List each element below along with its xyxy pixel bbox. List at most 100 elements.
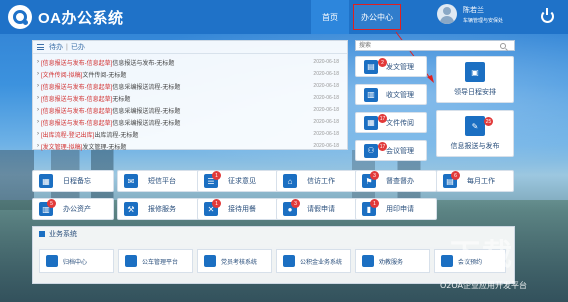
biz-item-service[interactable]: 劝教服务 (355, 249, 430, 273)
todo-item[interactable]: › [信息报送与发布-信息起草] 信息采编报送流程-无标题 2020-06-18 (37, 116, 347, 128)
main-nav: 首页 办公中心 (311, 0, 401, 34)
count-badge: 17 (378, 114, 387, 123)
todo-date: 2020-06-18 (313, 71, 339, 77)
user-info[interactable]: 陈若兰 车辆管理与安保处 (437, 4, 503, 24)
biz-item-label: 公积金业务系统 (300, 259, 343, 266)
chevron-right-icon: › (37, 119, 39, 125)
biz-item-car[interactable]: 公车管理平台 (118, 249, 193, 273)
count-badge: 1 (212, 199, 221, 208)
todo-text: 信息采编报送流程-无标题 (112, 108, 181, 115)
tile-incoming-docs[interactable]: ▥ 收文管理 (355, 84, 427, 105)
tile-monthly-work[interactable]: ▤ 每月工作 6 (436, 170, 514, 192)
avatar[interactable] (437, 4, 457, 24)
tile-supervision[interactable]: ⚑ 督查督办 3 (355, 170, 437, 192)
tile-petition-work[interactable]: ⌂ 信访工作 (276, 170, 358, 192)
tile-info-publish[interactable]: ✎ 信息报送与发布 25 (436, 110, 514, 157)
meeting-icon: ⚇ (364, 143, 378, 158)
business-system-list: 归档中心 公车管理平台 党员考核系统 公积金业务系统 劝教服务 会议预约 (39, 249, 506, 273)
chevron-right-icon: › (37, 71, 39, 77)
tile-solicit-opinions[interactable]: ☰ 征求意见 1 (197, 170, 279, 192)
tile-leave-request[interactable]: ● 请假申请 3 (276, 198, 358, 220)
todo-text: 出库流程-无标题 (94, 132, 139, 139)
tile-file-circulation[interactable]: ▦ 文件传阅 17 (355, 112, 427, 133)
watermark: 下载 (450, 238, 514, 273)
todo-tag: [信息报送与发布-信息起草] (41, 108, 113, 115)
todo-tag: [信息报送与发布-信息起草] (41, 96, 113, 103)
todo-tag: [出库流程-登记出库] (41, 132, 95, 139)
biz-item-label: 公车管理平台 (142, 259, 179, 266)
tile-reception-dining[interactable]: ✕ 接待用餐 1 (197, 198, 279, 220)
logo-icon (8, 5, 32, 29)
todo-tag: [发文管理-拟稿] (41, 144, 83, 151)
tile-label: 用印申请 (386, 206, 414, 213)
power-icon[interactable] (541, 8, 554, 23)
user-name: 陈若兰 (463, 6, 484, 14)
tile-label: 发文管理 (386, 63, 414, 71)
todo-item[interactable]: › [文件传阅-拟稿] 文件传阅-无标题 2020-06-18 (37, 68, 347, 80)
tile-label: 短信平台 (148, 178, 176, 185)
todo-text: 无标题 (112, 96, 131, 103)
todo-header: 待办 | 已办 (33, 41, 347, 54)
search-input[interactable] (356, 41, 496, 50)
todo-text: 信息采编报送流程-无标题 (112, 120, 181, 127)
todo-date: 2020-06-18 (313, 119, 339, 125)
nav-home[interactable]: 首页 (311, 0, 349, 34)
tile-label: 接待用餐 (228, 206, 256, 213)
calendar-icon: ▦ (39, 174, 53, 188)
biz-item-label: 归档中心 (63, 259, 88, 266)
count-badge: 6 (451, 171, 460, 180)
tile-label: 信访工作 (307, 178, 335, 185)
tile-label: 信息报送与发布 (450, 143, 500, 150)
biz-item-member[interactable]: 党员考核系统 (197, 249, 272, 273)
chevron-right-icon: › (37, 83, 39, 89)
tile-label: 每月工作 (467, 178, 495, 185)
top-header: OA办公系统 首页 办公中心 陈若兰 车辆管理与安保处 (0, 0, 568, 34)
house-icon: ⌂ (283, 174, 297, 188)
edit-icon: ✎ (465, 116, 485, 136)
chevron-right-icon: › (37, 107, 39, 113)
tile-schedule-memo[interactable]: ▦ 日程备忘 (32, 170, 114, 192)
todo-item[interactable]: › [发文管理-拟稿] 发文管理-无标题 2020-06-18 (37, 140, 347, 152)
todo-date: 2020-06-18 (313, 107, 339, 113)
tile-label: 收文管理 (386, 91, 414, 99)
app-title: OA办公系统 (38, 9, 124, 27)
tile-seal-request[interactable]: ▮ 用印申请 1 (355, 198, 437, 220)
todo-item[interactable]: › [信息报送与发布-信息起草] 信息报送与发布-无标题 2020-06-18 (37, 56, 347, 68)
tile-label: 请假申请 (307, 206, 335, 213)
search-icon[interactable] (500, 42, 506, 49)
archive-icon (46, 255, 58, 267)
tile-meeting-management[interactable]: ⚇ 会议管理 17 (355, 140, 427, 161)
tile-repair-service[interactable]: ⚒ 报修服务 (117, 198, 199, 220)
count-badge: 17 (378, 142, 387, 151)
tab-todo[interactable]: 待办 (47, 42, 65, 52)
todo-item[interactable]: › [出库流程-登记出库] 出库流程-无标题 2020-06-18 (37, 128, 347, 140)
tile-leader-schedule[interactable]: ▣ 领导日程安排 (436, 56, 514, 103)
car-icon (125, 255, 137, 267)
tile-label: 领导日程安排 (454, 89, 496, 96)
todo-item[interactable]: › [信息报送与发布-信息起草] 信息采编报送流程-无标题 2020-06-18 (37, 80, 347, 92)
tile-sms-platform[interactable]: ✉ 短信平台 (117, 170, 199, 192)
business-system-header: 业务系统 (33, 227, 514, 240)
tile-office-assets[interactable]: ▥ 办公资产 5 (32, 198, 114, 220)
tile-label: 会议管理 (386, 147, 414, 155)
count-badge: 25 (484, 117, 493, 126)
todo-item[interactable]: › [信息报送与发布-信息起草] 无标题 2020-06-18 (37, 92, 347, 104)
business-system-panel: 业务系统 归档中心 公车管理平台 党员考核系统 公积金业务系统 劝教服务 会议预… (32, 226, 515, 284)
todo-date: 2020-06-18 (313, 131, 339, 137)
todo-item[interactable]: › [信息报送与发布-信息起草] 信息采编报送流程-无标题 2020-06-18 (37, 104, 347, 116)
biz-item-archive[interactable]: 归档中心 (39, 249, 114, 273)
todo-date: 2020-06-18 (313, 143, 339, 149)
tile-label: 办公资产 (63, 206, 91, 213)
biz-item-fund[interactable]: 公积金业务系统 (276, 249, 351, 273)
document-receive-icon: ▥ (364, 87, 378, 102)
chevron-right-icon: › (37, 131, 39, 137)
tile-outgoing-docs[interactable]: ▤ 发文管理 2 (355, 56, 427, 77)
nav-office-center[interactable]: 办公中心 (353, 4, 401, 30)
document-send-icon: ▤ (364, 59, 378, 74)
tile-label: 征求意见 (228, 178, 256, 185)
logo[interactable]: OA办公系统 (8, 5, 124, 29)
todo-panel: 待办 | 已办 › [信息报送与发布-信息起草] 信息报送与发布-无标题 2020-… (32, 40, 348, 152)
tab-done[interactable]: 已办 (69, 42, 87, 52)
section-icon (39, 230, 45, 237)
wrench-icon: ⚒ (124, 202, 138, 216)
